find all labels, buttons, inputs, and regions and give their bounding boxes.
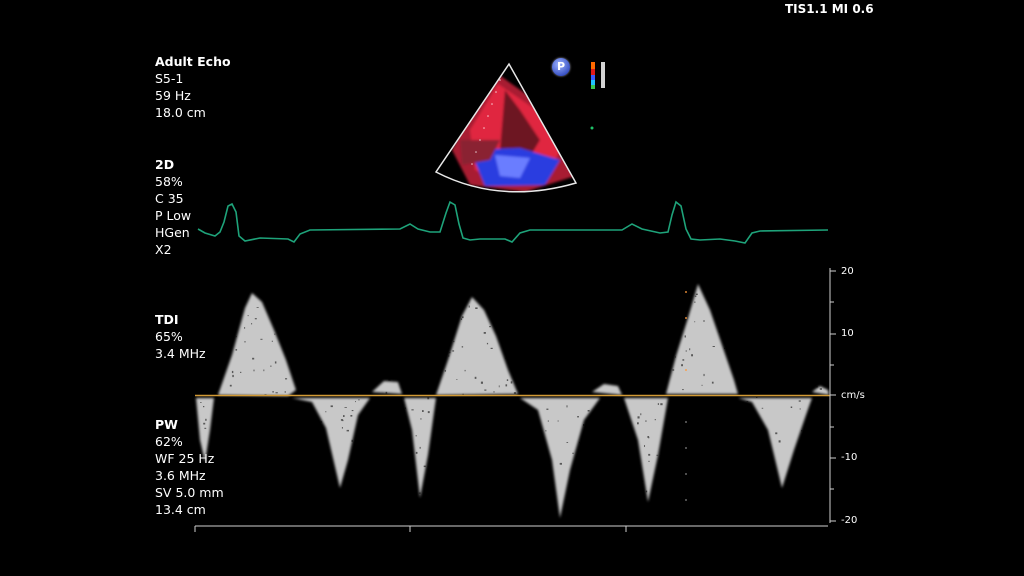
- color-doppler-sector: [434, 62, 605, 193]
- velocity-axis: [829, 268, 836, 523]
- pause-indicator-icon[interactable]: P: [552, 58, 570, 76]
- velocity-tick-neg20: -20: [841, 515, 858, 526]
- spectral-doppler-trace: [196, 284, 829, 522]
- ecg-trace: [197, 200, 829, 244]
- velocity-tick-10: 10: [841, 328, 854, 339]
- velocity-unit-label: cm/s: [841, 390, 865, 401]
- ultrasound-display: [194, 62, 836, 532]
- velocity-tick-neg10: -10: [841, 452, 858, 463]
- velocity-tick-20: 20: [841, 266, 854, 277]
- time-axis: [194, 525, 828, 532]
